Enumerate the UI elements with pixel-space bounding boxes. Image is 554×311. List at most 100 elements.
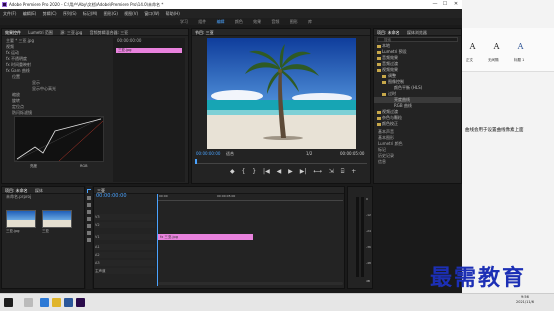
premiere-icon[interactable] — [76, 298, 85, 307]
edge-icon[interactable] — [40, 298, 49, 307]
tab-media-browser[interactable]: 媒体浏览器 — [407, 30, 427, 35]
track-header-v1[interactable]: V1 — [95, 234, 155, 240]
track-header-a3[interactable]: A3 — [95, 260, 155, 266]
folder-icon — [377, 116, 381, 120]
tab-project-bin[interactable]: 项目: 未命名 — [5, 188, 28, 193]
clock-date: 2021/11/6 — [516, 300, 534, 304]
luma-curve-graph[interactable] — [14, 116, 104, 162]
style-heading1-icon[interactable]: A — [514, 42, 527, 55]
workspace-learn[interactable]: 学习 — [180, 19, 188, 24]
mark-in-icon[interactable]: { — [242, 168, 246, 175]
watermark-text: 最需教育 — [430, 265, 527, 291]
track-select-icon[interactable] — [87, 196, 91, 200]
panel-info[interactable]: 信息 — [374, 159, 461, 165]
menu-bar: 文件(F) 编辑(E) 剪辑(C) 序列(S) 标记(M) 图形(G) 视图(V… — [0, 9, 462, 18]
track-header-v3[interactable]: V3 — [95, 214, 155, 220]
track-header-a1[interactable]: A1 — [95, 244, 155, 250]
play-icon[interactable]: ▶ — [288, 168, 293, 175]
menu-sequence[interactable]: 序列(S) — [63, 11, 77, 16]
workspace-audio[interactable]: 音频 — [271, 19, 279, 24]
menu-graphics[interactable]: 图形(G) — [104, 11, 118, 16]
curve-label-luma: 亮度 — [30, 164, 37, 168]
workspace-graphics[interactable]: 图形 — [290, 19, 298, 24]
workspace-assembly[interactable]: 组件 — [198, 19, 206, 24]
media-thumbnail[interactable] — [6, 210, 36, 228]
sequence-thumbnail[interactable] — [42, 210, 72, 228]
tab-effect-controls[interactable]: 效果控件 — [5, 30, 21, 35]
folder-icon — [377, 50, 381, 54]
effects-panel-tabs: 项目: 未命名 媒体浏览器 — [374, 29, 461, 36]
hand-tool-icon[interactable] — [87, 231, 91, 235]
slip-tool-icon[interactable] — [87, 217, 91, 221]
timeline-timecode[interactable]: 00:00:00:00 — [96, 193, 127, 199]
menu-edit[interactable]: 编辑(E) — [23, 11, 37, 16]
menu-view[interactable]: 视图(V) — [124, 11, 138, 16]
go-to-out-icon[interactable]: ▶| — [300, 168, 307, 175]
menu-clip[interactable]: 剪辑(C) — [43, 11, 57, 16]
minimize-button[interactable]: — — [430, 0, 440, 9]
program-monitor-title[interactable]: 节目: 三亚 — [195, 30, 214, 35]
search-icon[interactable] — [24, 298, 33, 307]
lift-icon[interactable]: ⟷ — [313, 168, 322, 175]
menu-help[interactable]: 帮助(H) — [166, 11, 180, 16]
timeline-zoom-scrollbar[interactable] — [158, 282, 343, 285]
track-header-v2[interactable]: V2 — [95, 222, 155, 228]
style-normal-icon[interactable]: A — [466, 42, 479, 55]
track-header-a2[interactable]: A2 — [95, 252, 155, 258]
timeline-ruler[interactable]: 00:00 00:00:05:00 — [157, 194, 343, 201]
go-to-in-icon[interactable]: |◀ — [263, 168, 270, 175]
meter-label: dB — [366, 279, 370, 283]
workspace-editing[interactable]: 编辑 — [217, 19, 225, 24]
tree-item[interactable]: 颜色校正 — [374, 121, 461, 127]
add-marker-icon[interactable]: ◆ — [230, 168, 235, 175]
tab-source[interactable]: 源: 三亚.jpg — [60, 30, 82, 35]
maximize-button[interactable]: ☐ — [440, 0, 450, 9]
button-editor-icon[interactable]: + — [351, 168, 356, 175]
tab-project[interactable]: 项目: 未命名 — [377, 30, 400, 35]
extract-icon[interactable]: ⇲ — [329, 168, 334, 175]
program-fit-select[interactable]: 适合 — [226, 151, 234, 157]
timeline-clip[interactable]: fx 三亚.jpg — [158, 234, 253, 240]
tools-panel — [86, 186, 92, 289]
audio-meter-left — [356, 197, 359, 277]
style-nospacing-label: 无间隔 — [488, 58, 499, 62]
workspace-libraries[interactable]: 库 — [308, 19, 312, 24]
selection-tool-icon[interactable] — [87, 189, 91, 193]
folder-icon — [377, 44, 381, 48]
style-nospacing-icon[interactable]: A — [490, 42, 503, 55]
word-icon[interactable] — [64, 298, 73, 307]
tab-media[interactable]: 媒体 — [35, 188, 43, 193]
workspace-bar: 学习 组件 编辑 颜色 效果 音频 图形 库 — [0, 18, 462, 25]
pen-tool-icon[interactable] — [87, 224, 91, 228]
menu-file[interactable]: 文件(F) — [3, 11, 16, 16]
close-button[interactable]: ✕ — [451, 0, 461, 9]
type-tool-icon[interactable] — [87, 238, 91, 242]
razor-tool-icon[interactable] — [87, 210, 91, 214]
step-back-icon[interactable]: ◀ — [277, 168, 282, 175]
tab-audio-mixer[interactable]: 音频剪辑混合器: 三亚 — [90, 30, 129, 35]
program-timecode-current[interactable]: 00:00:00:00 — [196, 151, 220, 156]
workspace-effects[interactable]: 效果 — [253, 19, 261, 24]
folder-icon — [377, 56, 381, 60]
ripple-edit-icon[interactable] — [87, 203, 91, 207]
ec-clip-bar[interactable]: 三亚.jpg — [116, 48, 182, 53]
timeline-playhead[interactable] — [157, 194, 158, 286]
start-icon[interactable] — [4, 298, 13, 307]
mark-out-icon[interactable]: } — [252, 168, 256, 175]
ruler-label-end: 00:00:05:00 — [217, 194, 236, 198]
folder-icon — [382, 80, 386, 84]
program-playhead[interactable] — [195, 159, 197, 164]
program-resolution-select[interactable]: 1/2 — [306, 151, 312, 156]
effects-panel: 项目: 未命名 媒体浏览器 搜索 本地 Lumetri 预设 音频效果 音频过渡… — [373, 28, 462, 184]
workspace-color[interactable]: 颜色 — [235, 19, 243, 24]
tab-lumetri-scopes[interactable]: Lumetri 范围 — [28, 30, 53, 35]
effects-search-input[interactable]: 搜索 — [377, 37, 458, 42]
program-scrub-ruler[interactable] — [195, 159, 367, 164]
explorer-icon[interactable] — [52, 298, 61, 307]
taskbar-clock[interactable]: 9:56 2021/11/6 — [516, 295, 534, 305]
menu-window[interactable]: 窗口(W) — [144, 11, 159, 16]
track-header-master[interactable]: 主声道 — [95, 268, 155, 274]
program-timecode-total: 00:00:05:00 — [340, 151, 365, 156]
export-frame-icon[interactable]: ⌸ — [341, 168, 345, 175]
menu-markers[interactable]: 标记(M) — [83, 11, 98, 16]
